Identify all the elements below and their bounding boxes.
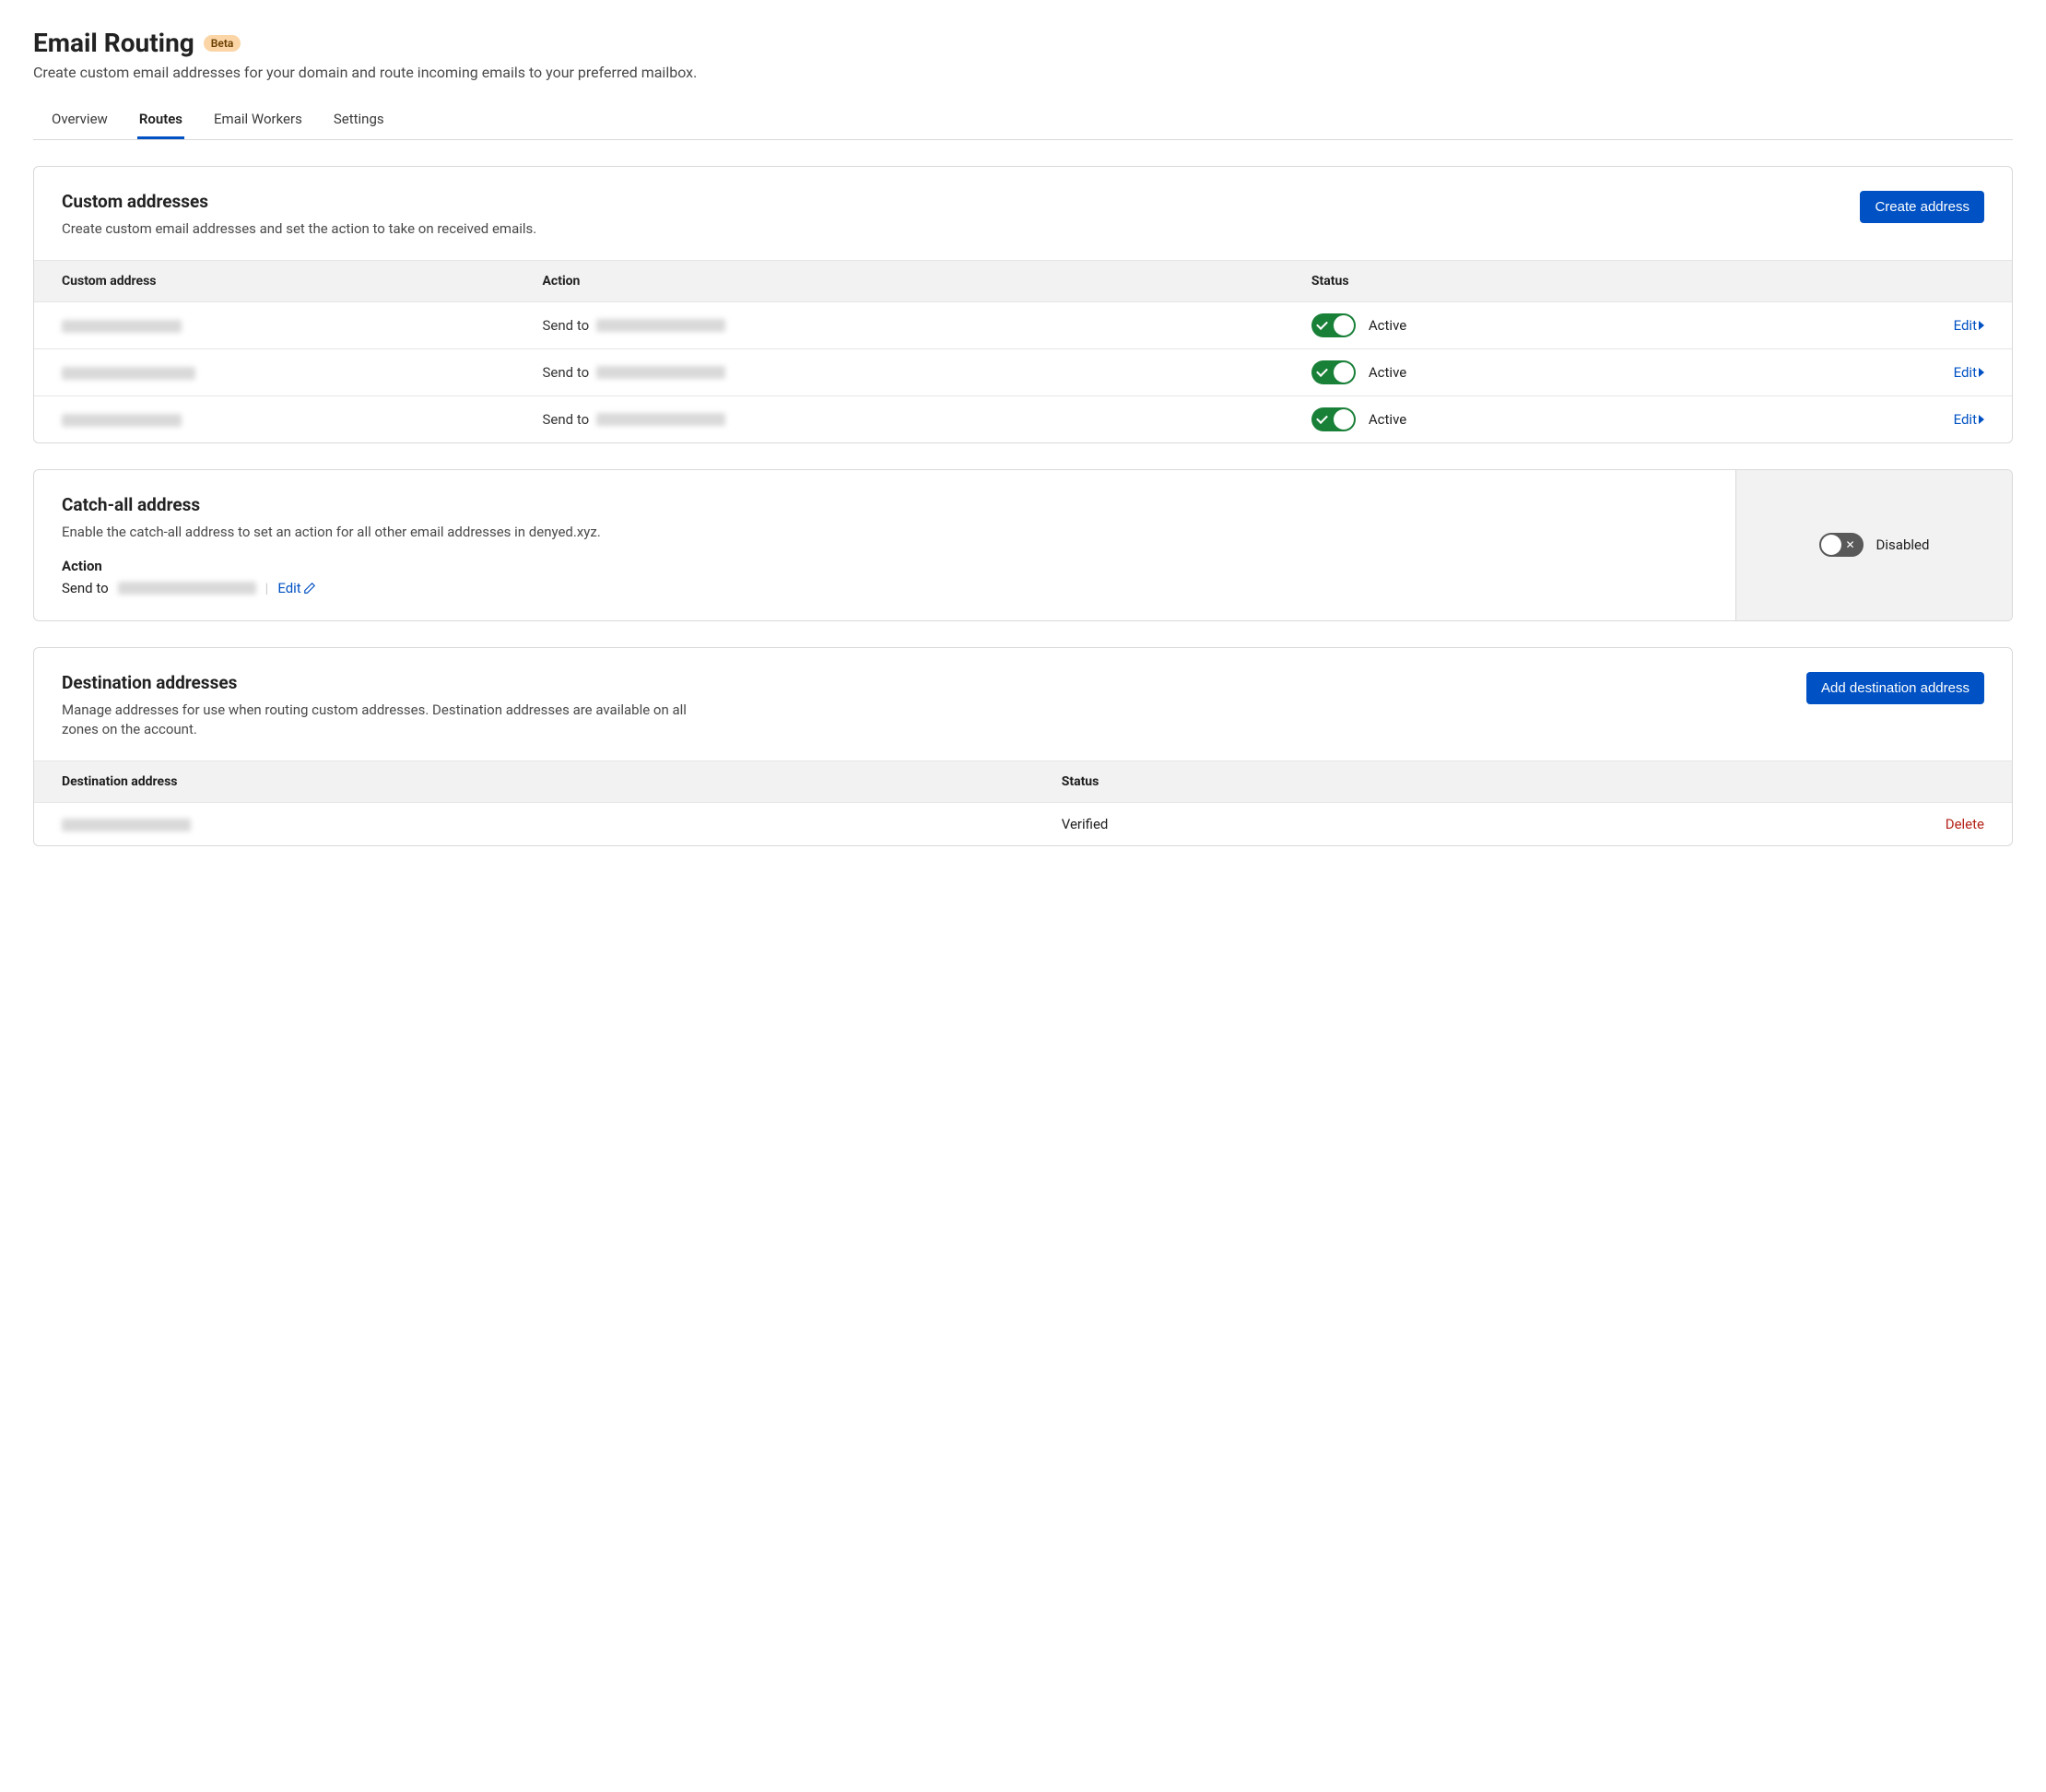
tab-routes[interactable]: Routes — [137, 101, 184, 139]
dest-address-redacted — [62, 819, 191, 831]
action-dest-redacted — [596, 413, 725, 426]
table-row: Send to Active Edit — [34, 349, 2012, 396]
catchall-action-label: Action — [62, 558, 1708, 574]
pencil-icon — [303, 582, 316, 595]
custom-address-redacted — [62, 320, 182, 333]
destination-table-header: Destination address Status — [34, 760, 2012, 803]
catchall-dest-redacted — [118, 582, 256, 595]
dest-status: Verified — [1062, 816, 1734, 832]
add-destination-button[interactable]: Add destination address — [1806, 672, 1984, 704]
custom-addresses-card: Custom addresses Create custom email add… — [33, 166, 2013, 443]
table-row: Send to Active Edit — [34, 302, 2012, 349]
catchall-card: Catch-all address Enable the catch-all a… — [33, 469, 2013, 621]
status-toggle[interactable] — [1311, 313, 1356, 337]
caret-right-icon — [1979, 321, 1984, 330]
separator: | — [265, 580, 269, 596]
table-row: Send to Active Edit — [34, 396, 2012, 442]
x-icon: ✕ — [1845, 539, 1854, 550]
caret-right-icon — [1979, 415, 1984, 424]
destination-desc: Manage addresses for use when routing cu… — [62, 701, 725, 741]
destination-header: Destination addresses Manage addresses f… — [34, 648, 2012, 761]
status-label: Active — [1369, 317, 1406, 334]
catchall-toggle[interactable]: ✕ — [1819, 533, 1864, 557]
delete-link[interactable]: Delete — [1946, 816, 1984, 832]
catchall-send-prefix: Send to — [62, 580, 109, 596]
catchall-desc: Enable the catch-all address to set an a… — [62, 523, 725, 543]
caret-right-icon — [1979, 368, 1984, 377]
action-dest-redacted — [596, 319, 725, 332]
status-toggle[interactable] — [1311, 407, 1356, 431]
custom-desc: Create custom email addresses and set th… — [62, 219, 536, 240]
catchall-left: Catch-all address Enable the catch-all a… — [34, 470, 1735, 620]
beta-badge: Beta — [204, 35, 241, 52]
action-dest-redacted — [596, 366, 725, 379]
tab-overview[interactable]: Overview — [50, 101, 110, 139]
catchall-status-label: Disabled — [1876, 536, 1930, 553]
custom-address-redacted — [62, 367, 195, 380]
table-row: Verified Delete — [34, 803, 2012, 845]
destination-title: Destination addresses — [62, 672, 725, 693]
custom-title: Custom addresses — [62, 191, 536, 212]
catchall-action-line: Send to | Edit — [62, 580, 1708, 596]
page-title: Email Routing — [33, 28, 194, 58]
page-subtitle: Create custom email addresses for your d… — [33, 64, 2013, 81]
create-address-button[interactable]: Create address — [1860, 191, 1984, 223]
edit-link[interactable]: Edit — [1954, 411, 1984, 428]
col-header-dest-status: Status — [1062, 774, 1734, 789]
tab-settings[interactable]: Settings — [332, 101, 386, 139]
action-prefix: Send to — [543, 364, 590, 381]
custom-address-redacted — [62, 414, 182, 427]
col-header-action: Action — [543, 274, 1311, 289]
catchall-title: Catch-all address — [62, 494, 1708, 515]
edit-link[interactable]: Edit — [1954, 317, 1984, 334]
page-header: Email Routing Beta Create custom email a… — [33, 28, 2013, 81]
action-prefix: Send to — [543, 411, 590, 428]
col-header-status: Status — [1311, 274, 1793, 289]
status-label: Active — [1369, 364, 1406, 381]
tab-email-workers[interactable]: Email Workers — [212, 101, 304, 139]
catchall-edit-link[interactable]: Edit — [277, 580, 315, 596]
custom-table-header: Custom address Action Status — [34, 260, 2012, 302]
catchall-status-panel: ✕ Disabled — [1735, 470, 2012, 620]
custom-card-header: Custom addresses Create custom email add… — [34, 167, 2012, 260]
status-label: Active — [1369, 411, 1406, 428]
title-row: Email Routing Beta — [33, 28, 2013, 58]
col-header-dest-address: Destination address — [62, 774, 1062, 789]
edit-link[interactable]: Edit — [1954, 364, 1984, 381]
status-toggle[interactable] — [1311, 360, 1356, 384]
tab-bar: Overview Routes Email Workers Settings — [33, 101, 2013, 140]
action-prefix: Send to — [543, 317, 590, 334]
destination-card: Destination addresses Manage addresses f… — [33, 647, 2013, 847]
col-header-address: Custom address — [62, 274, 543, 289]
